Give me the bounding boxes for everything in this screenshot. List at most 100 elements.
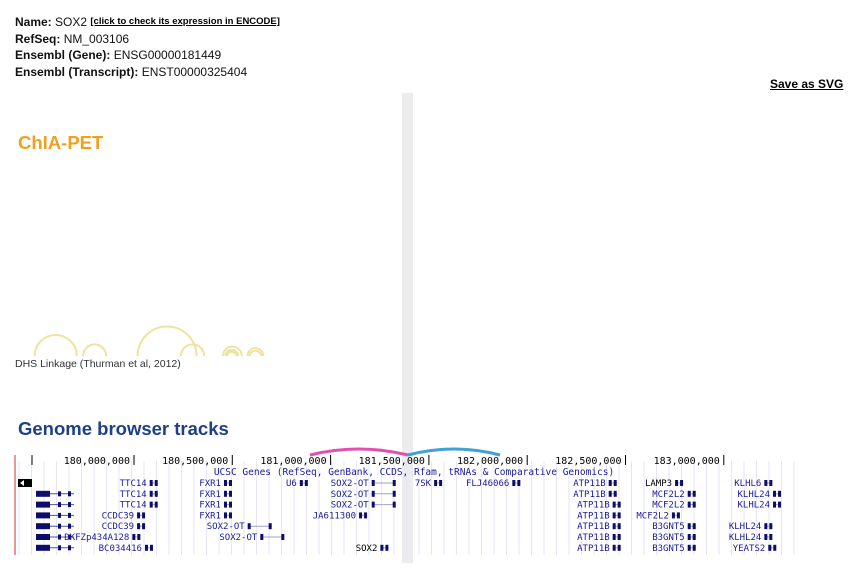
gene-label[interactable]: SOX2-OT	[331, 501, 370, 511]
gene-label[interactable]: SOX2-OT	[219, 533, 258, 543]
gene-exon	[680, 480, 684, 486]
gene-exon	[371, 480, 375, 486]
gene-label[interactable]: SOX2-OT	[207, 522, 246, 532]
gene-label[interactable]: DKFZp434A128	[64, 533, 129, 543]
gene-label[interactable]: FXR1	[199, 479, 221, 489]
gene-label[interactable]: U6	[286, 479, 297, 489]
gene-exon	[149, 544, 153, 551]
gene-exon	[773, 544, 777, 551]
gene-label[interactable]: ATP11B	[577, 501, 610, 511]
gene-exon	[517, 480, 521, 486]
gene-label[interactable]: ATP11B	[577, 544, 610, 554]
gene-exon	[764, 534, 768, 540]
gene-label[interactable]: KLHL6	[734, 479, 761, 489]
gene-label[interactable]: CCDC39	[102, 511, 135, 521]
ensembl-gene-row: Ensembl (Gene): ENSG00000181449	[15, 47, 280, 64]
gene-exon	[36, 544, 50, 551]
gene-exon	[617, 501, 621, 508]
chiapet-arc	[82, 343, 108, 357]
gene-exon	[137, 512, 141, 519]
gene-exon	[512, 480, 516, 486]
gene-label[interactable]: 7SK	[415, 479, 432, 489]
gene-exon	[58, 502, 61, 508]
gene-exon	[36, 490, 50, 497]
gene-exon	[778, 501, 782, 508]
gene-label[interactable]: ATP11B	[577, 522, 610, 532]
gene-label[interactable]: B3GNT5	[652, 522, 685, 532]
gene-label[interactable]: MCF2L2	[652, 490, 685, 500]
gene-label[interactable]: MCF2L2	[652, 501, 685, 511]
gene-label[interactable]: ATP11B	[577, 511, 610, 521]
gene-label[interactable]: ATP11B	[577, 533, 610, 543]
gene-exon	[228, 501, 232, 508]
gene-label[interactable]: FLJ46066	[466, 479, 509, 489]
gene-label[interactable]: ATP11B	[573, 479, 606, 489]
gene-exon	[613, 480, 617, 486]
gene-exon	[773, 501, 777, 508]
gene-exon	[68, 545, 71, 551]
gene-label[interactable]: CCDC39	[102, 522, 135, 532]
encode-expression-link[interactable]: [click to check its expression in ENCODE…	[90, 16, 280, 27]
gene-label[interactable]: SOX2-OT	[331, 479, 370, 489]
gene-exon	[228, 490, 232, 497]
gene-label[interactable]: JA611300	[313, 511, 356, 521]
gene-exon	[612, 523, 616, 530]
gene-exon	[144, 544, 148, 551]
gene-label[interactable]: B3GNT5	[652, 533, 685, 543]
gene-label[interactable]: FXR1	[199, 501, 221, 511]
gene-exon	[68, 523, 71, 529]
gene-label[interactable]: TTC14	[120, 479, 147, 489]
highlight-arc	[309, 447, 409, 457]
save-as-svg-link[interactable]: Save as SVG	[770, 77, 843, 91]
chiapet-arc	[248, 349, 263, 357]
ruler-label: 181,500,000	[359, 456, 425, 467]
gene-label[interactable]: FXR1	[199, 490, 221, 500]
gene-label[interactable]: MCF2L2	[636, 511, 669, 521]
gene-label[interactable]: KLHL24	[738, 490, 771, 500]
gene-label[interactable]: KLHL24	[738, 501, 771, 511]
gene-label[interactable]: FXR1	[199, 511, 221, 521]
chiapet-arc	[226, 350, 238, 357]
gene-label[interactable]: TTC14	[120, 501, 147, 511]
gene-exon	[768, 544, 772, 551]
gene-label[interactable]: B3GNT5	[652, 544, 685, 554]
gene-label[interactable]: LAMP3	[645, 479, 672, 489]
gene-exon	[149, 480, 153, 486]
gene-exon	[608, 480, 612, 486]
gene-exon	[58, 523, 61, 529]
gene-label[interactable]: KLHL24	[729, 533, 762, 543]
gene-exon	[223, 512, 227, 519]
gene-label[interactable]: SOX2	[356, 544, 378, 554]
gene-exon	[434, 480, 438, 486]
gene-exon	[154, 490, 158, 497]
track-title: UCSC Genes (RefSeq, GenBank, CCDS, Rfam,…	[214, 467, 614, 478]
gene-label[interactable]: SOX2-OT	[331, 490, 370, 500]
gene-label[interactable]: ATP11B	[573, 490, 606, 500]
gene-exon	[608, 490, 612, 497]
gene-exon	[769, 523, 773, 530]
gene-exon	[36, 523, 50, 530]
gene-exon	[692, 501, 696, 508]
gene-exon	[137, 534, 141, 540]
gene-name-row: Name: SOX2 [click to check its expressio…	[15, 14, 280, 31]
gene-exon	[260, 534, 264, 540]
gene-label[interactable]: KLHL24	[729, 522, 762, 532]
refseq-label: RefSeq:	[15, 31, 61, 46]
gene-exon	[299, 480, 303, 486]
gene-exon	[154, 480, 158, 486]
gene-exon	[617, 512, 621, 519]
gene-exon	[687, 490, 691, 497]
gene-label[interactable]: YEATS2	[733, 544, 766, 554]
gene-exon	[68, 502, 71, 508]
gene-exon	[223, 490, 227, 497]
ensembl-gene-value: ENSG00000181449	[113, 48, 222, 62]
gene-exon	[380, 544, 384, 551]
gene-exon	[36, 534, 50, 540]
gene-exon	[778, 490, 782, 497]
gene-label[interactable]: BC034416	[99, 544, 142, 554]
gene-exon	[692, 490, 696, 497]
dhs-linkage-label: DHS Linkage (Thurman et al, 2012)	[15, 358, 181, 370]
gene-label[interactable]: TTC14	[120, 490, 147, 500]
gene-exon	[142, 523, 146, 530]
gene-exon	[764, 480, 768, 486]
